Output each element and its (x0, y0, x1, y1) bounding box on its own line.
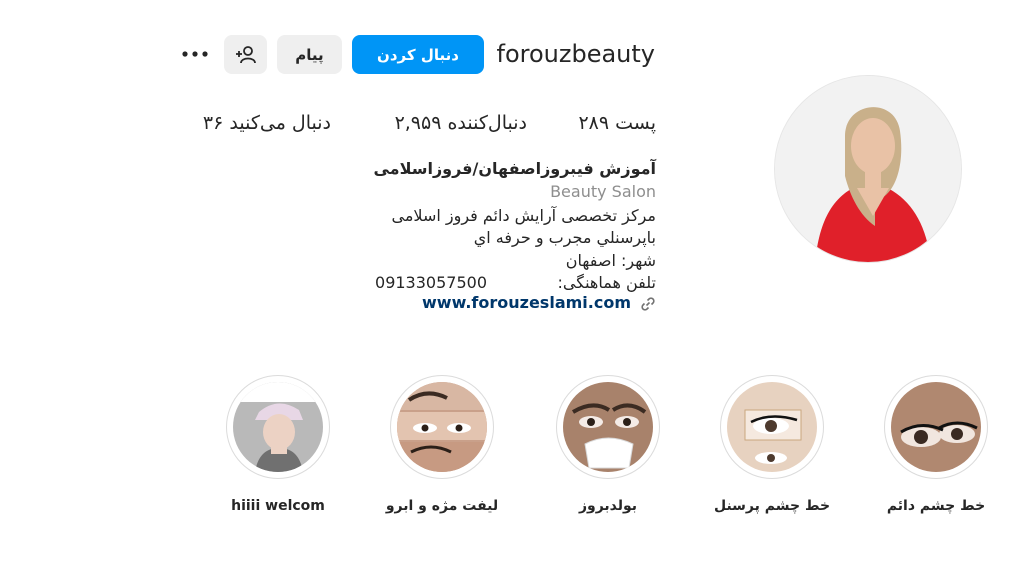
highlight-label: hiiii welcom (231, 498, 325, 514)
highlight-label: خط چشم دائم (886, 498, 986, 514)
avatar-image (775, 76, 961, 262)
highlight-item[interactable] (390, 375, 494, 479)
bio-line: تلفن هماهنگی: (557, 273, 657, 292)
phone-number: 09133057500 (375, 273, 487, 292)
following-count[interactable]: ۳۶ دنبال می‌کنید (203, 112, 331, 134)
bio-line: شهر: اصفهان (565, 251, 656, 270)
username: forouzbeauty (496, 40, 656, 68)
bio-line: باپرسنلي مجرب و حرفه اي (473, 228, 656, 247)
highlight-label: خط چشم پرسنل (713, 498, 831, 514)
website-link[interactable]: www.forouzeslami.com (422, 293, 631, 312)
highlight-label: بولدبروز (578, 498, 638, 514)
link-icon (640, 296, 656, 312)
posts-count: ۲۸۹ پست (578, 112, 656, 134)
more-options-button[interactable] (180, 44, 210, 64)
highlight-cover (397, 382, 487, 472)
highlight-item[interactable] (226, 375, 330, 479)
highlight-cover (563, 382, 653, 472)
more-icon (182, 51, 208, 57)
highlight-item[interactable] (884, 375, 988, 479)
message-button[interactable]: پیام (277, 35, 342, 74)
highlight-item[interactable] (556, 375, 660, 479)
highlight-cover (727, 382, 817, 472)
category-label: Beauty Salon (550, 182, 656, 201)
highlight-cover (233, 382, 323, 472)
profile-avatar[interactable] (774, 75, 962, 263)
bio-line: مرکز تخصصی آرایش دائم فروز اسلامی (391, 206, 656, 225)
highlight-label: لیفت مژه و ابرو (385, 498, 499, 514)
highlight-item[interactable] (720, 375, 824, 479)
add-person-icon (235, 45, 256, 63)
follow-button[interactable]: دنبال کردن (352, 35, 484, 74)
suggest-users-button[interactable] (224, 35, 267, 74)
followers-count[interactable]: ۲,۹۵۹ دنبال‌کننده (395, 112, 527, 134)
highlight-cover (891, 382, 981, 472)
full-name: آموزش فیبروزاصفهان/فروزاسلامی (373, 159, 656, 178)
